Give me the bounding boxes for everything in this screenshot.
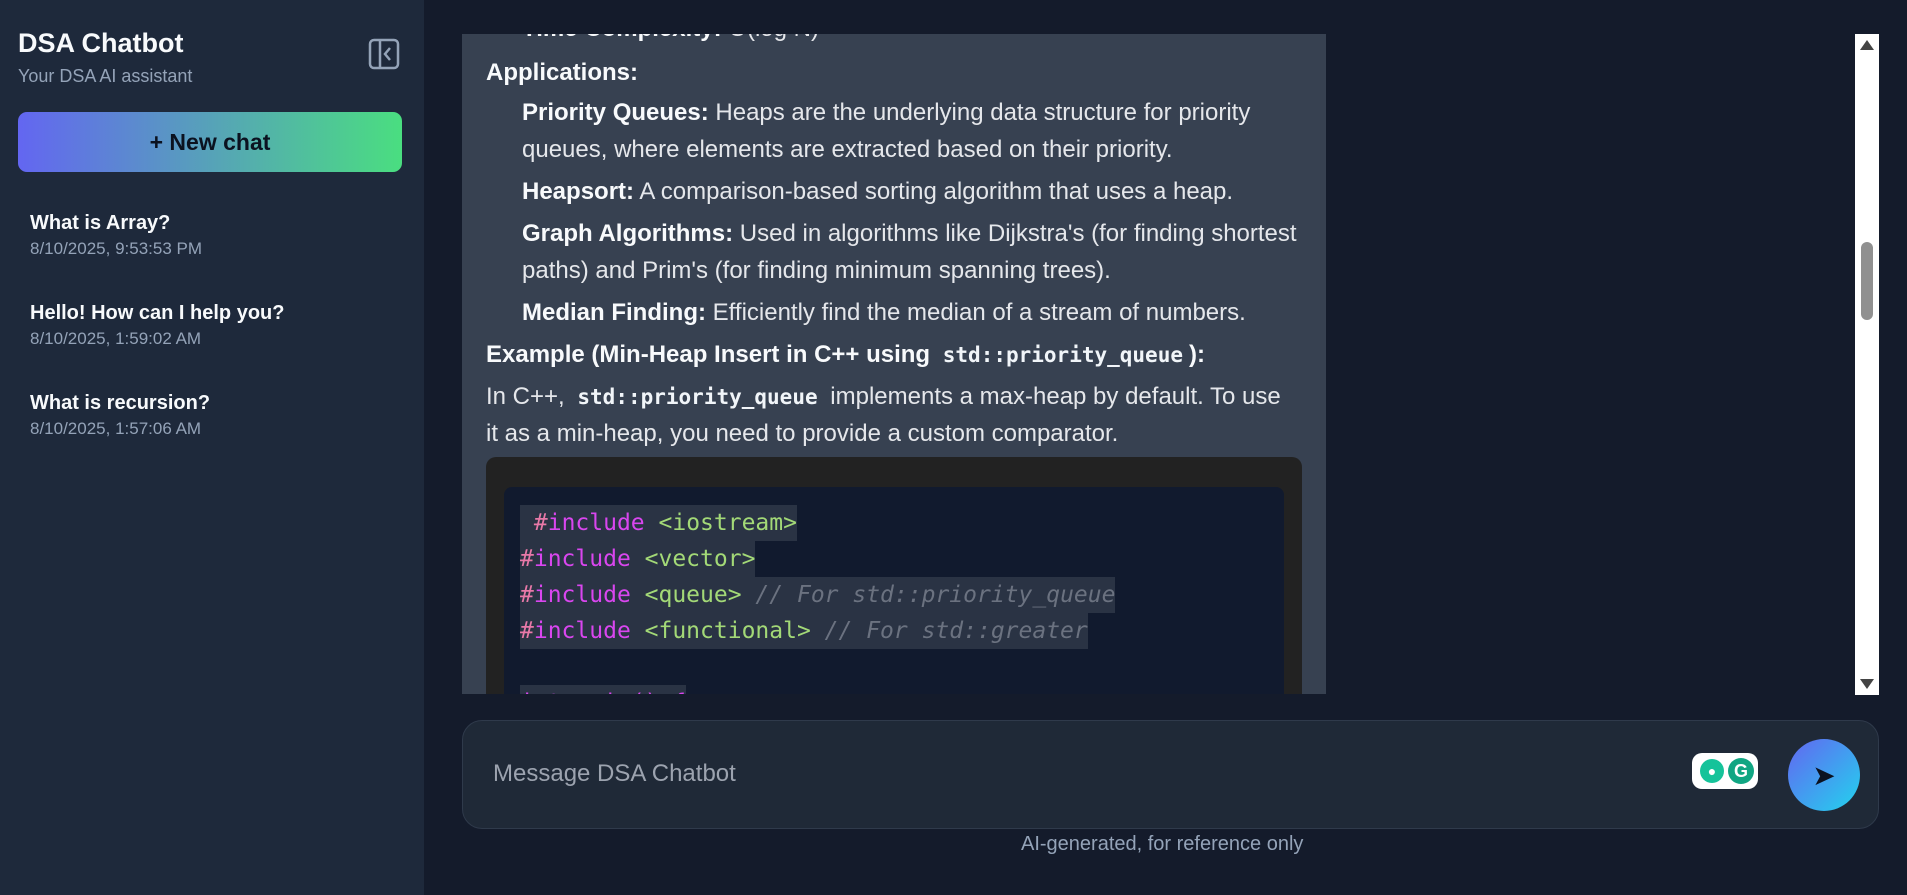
token: <iostream> xyxy=(644,510,797,536)
item-text: A comparison-based sorting algorithm tha… xyxy=(634,178,1234,205)
heading-text: ): xyxy=(1188,341,1205,368)
item-label: Heapsort: xyxy=(522,178,635,205)
history-item-date: 8/10/2025, 9:53:53 PM xyxy=(30,239,203,258)
token: include xyxy=(533,582,631,608)
code-block: #include <iostream> #include <vector> #i… xyxy=(486,457,1302,694)
paragraph-line: In C++, std::priority_queue implements a… xyxy=(486,378,1281,416)
chat-scrollbar[interactable] xyxy=(1855,34,1879,695)
token: int main() { xyxy=(520,685,687,694)
token: include xyxy=(533,618,631,644)
item-label: Graph Algorithms: xyxy=(522,220,734,247)
send-button[interactable]: ➤ xyxy=(1788,739,1860,811)
scroll-down-icon[interactable] xyxy=(1860,679,1874,689)
token: # xyxy=(520,546,534,572)
scroll-up-icon[interactable] xyxy=(1860,40,1874,50)
token: # xyxy=(533,510,548,536)
history-item[interactable]: What is recursion? 8/10/2025, 1:57:06 AM xyxy=(18,380,402,470)
new-chat-button[interactable]: + New chat xyxy=(18,112,402,172)
token: include xyxy=(547,510,645,536)
code-line: #include <queue> // For std::priority_qu… xyxy=(520,577,1268,613)
code-line: #include <functional> // For std::greate… xyxy=(520,613,1268,649)
time-complexity-line: Time Complexity: O(log N) xyxy=(486,34,819,47)
application-item: Median Finding: Efficiently find the med… xyxy=(522,294,1246,331)
heading-text: Example (Min-Heap Insert in C++ using xyxy=(486,341,937,368)
app-title: DSA Chatbot xyxy=(18,28,184,58)
history-item-date: 8/10/2025, 1:59:02 AM xyxy=(30,329,202,348)
sidebar-collapse-icon[interactable] xyxy=(368,38,400,70)
item-text: Used in algorithms like Dijkstra's (for … xyxy=(733,220,1297,247)
grammarly-icon[interactable]: ● G xyxy=(1692,753,1758,789)
text: In C++, xyxy=(486,383,572,410)
token: <queue> xyxy=(630,582,742,608)
send-arrow-icon: ➤ xyxy=(1812,759,1836,791)
label: Time Complexity: xyxy=(522,34,722,42)
history-item[interactable]: What is Array? 8/10/2025, 9:53:53 PM xyxy=(18,200,402,290)
scrollbar-thumb[interactable] xyxy=(1861,242,1873,320)
sidebar: DSA Chatbot Your DSA AI assistant + New … xyxy=(0,0,424,895)
item-label: Priority Queues: xyxy=(522,99,709,126)
token: // For std::priority_queue xyxy=(741,582,1116,608)
code-line: int main() { xyxy=(520,685,1268,694)
token: <vector> xyxy=(630,546,756,572)
heading-text: Applications: xyxy=(486,59,639,86)
code-line: #include <iostream> xyxy=(520,505,1268,541)
chat-message-area[interactable]: Time Complexity: O(log N) Applications: … xyxy=(462,34,1326,694)
history-item-date: 8/10/2025, 1:57:06 AM xyxy=(30,419,202,438)
app-subtitle: Your DSA AI assistant xyxy=(18,66,193,86)
applications-heading: Applications: xyxy=(486,54,638,91)
message-composer: ● G ➤ xyxy=(462,720,1879,829)
code-line: #include <vector> xyxy=(520,541,1268,577)
example-heading: Example (Min-Heap Insert in C++ using st… xyxy=(486,336,1205,374)
code-content[interactable]: #include <iostream> #include <vector> #i… xyxy=(504,487,1284,694)
application-item-cont: queues, where elements are extracted bas… xyxy=(522,136,1173,163)
history-item-title: What is recursion? xyxy=(30,392,211,414)
paragraph-line: it as a min-heap, you need to provide a … xyxy=(486,420,1119,447)
token: <functional> xyxy=(630,618,811,644)
grammarly-g-icon: G xyxy=(1728,758,1754,784)
inline-code: std::priority_queue xyxy=(571,385,824,409)
item-text: Heaps are the underlying data structure … xyxy=(708,99,1251,126)
item-label: Median Finding: xyxy=(522,299,706,326)
lightbulb-icon: ● xyxy=(1700,759,1724,783)
message-input[interactable] xyxy=(493,749,1643,799)
history-item-title: What is Array? xyxy=(30,212,171,234)
item-text: Efficiently find the median of a stream … xyxy=(705,299,1246,326)
history-item[interactable]: Hello! How can I help you? 8/10/2025, 1:… xyxy=(18,290,402,380)
inline-code: std::priority_queue xyxy=(936,343,1189,367)
text: implements a max-heap by default. To use xyxy=(823,383,1281,410)
token: include xyxy=(533,546,631,572)
text: O(log N) xyxy=(722,34,819,42)
application-item: Heapsort: A comparison-based sorting alg… xyxy=(522,173,1233,210)
application-item-cont: paths) and Prim's (for finding minimum s… xyxy=(522,257,1111,284)
chat-history-list: What is Array? 8/10/2025, 9:53:53 PM Hel… xyxy=(18,200,402,470)
token: # xyxy=(520,618,534,644)
history-item-title: Hello! How can I help you? xyxy=(30,302,285,324)
token: # xyxy=(520,582,534,608)
disclaimer-text: AI-generated, for reference only xyxy=(1021,833,1304,855)
application-item: Graph Algorithms: Used in algorithms lik… xyxy=(522,215,1297,252)
application-item: Priority Queues: Heaps are the underlyin… xyxy=(522,94,1250,131)
token: // For std::greater xyxy=(810,618,1088,644)
